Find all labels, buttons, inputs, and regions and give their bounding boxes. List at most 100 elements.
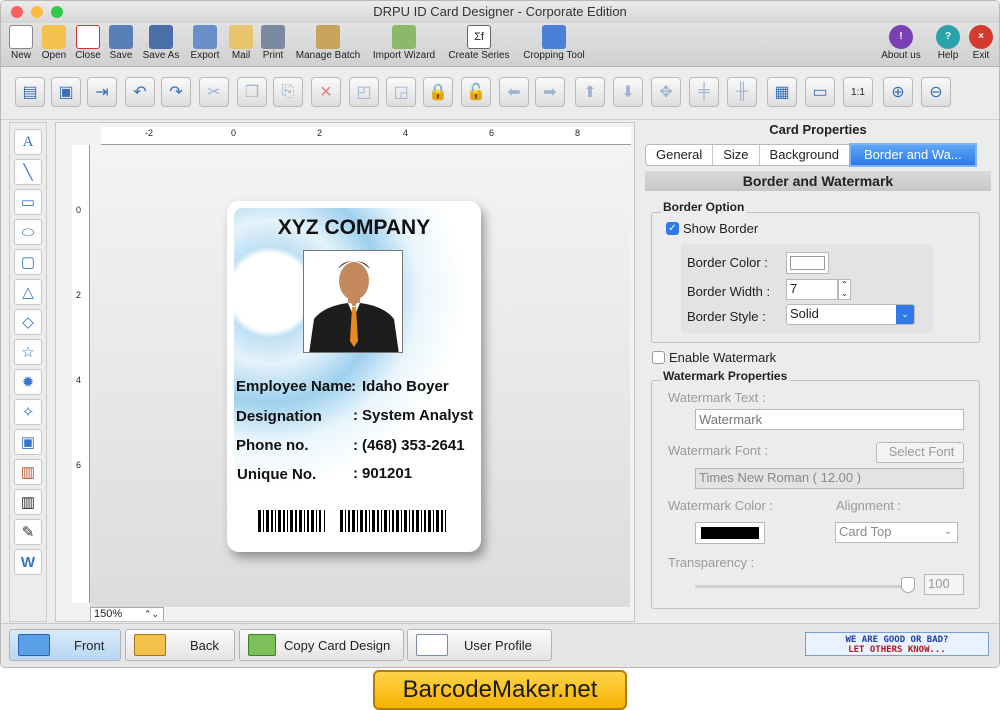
copy-card-design-button[interactable]: Copy Card Design — [239, 629, 404, 661]
burst-tool-icon[interactable]: ✹ — [14, 369, 42, 395]
copy-icon[interactable]: ❐ — [237, 77, 267, 107]
toolbar-close[interactable]: Close — [73, 25, 103, 61]
border-width-stepper[interactable]: ⌃ ⌄ — [838, 279, 851, 300]
delete-icon[interactable]: ✕ — [311, 77, 341, 107]
card-barcode[interactable] — [244, 504, 462, 538]
toolbar-print[interactable]: Print — [260, 25, 286, 61]
minimize-window-button[interactable] — [31, 6, 43, 18]
ruler-tick: 0 — [76, 205, 82, 215]
bring-front-icon[interactable]: ◰ — [349, 77, 379, 107]
employee-photo[interactable] — [303, 250, 403, 353]
transparency-slider-handle[interactable] — [901, 577, 915, 593]
front-button[interactable]: Front — [9, 629, 121, 661]
toolbar-label: Open — [41, 50, 67, 61]
cut-icon[interactable]: ✂ — [199, 77, 229, 107]
toolbar-manage-batch[interactable]: Manage Batch — [292, 25, 364, 61]
unlock-icon[interactable]: 🔓 — [461, 77, 491, 107]
border-color-swatch[interactable] — [786, 252, 829, 274]
text-tool-icon[interactable]: A — [14, 129, 42, 155]
watermark-color-swatch[interactable] — [695, 522, 765, 544]
border-style-select[interactable]: Solid ⌄ — [786, 304, 915, 325]
line-tool-icon[interactable]: ╲ — [14, 159, 42, 185]
employee-name-label[interactable]: Employee Name — [236, 378, 352, 395]
triangle-tool-icon[interactable]: △ — [14, 279, 42, 305]
unique-no-value[interactable]: 901201 — [362, 465, 412, 482]
send-back-icon[interactable]: ◲ — [386, 77, 416, 107]
phone-value[interactable]: (468) 353-2641 — [362, 437, 465, 454]
transparency-value[interactable]: 100 — [924, 574, 964, 595]
export-image-icon[interactable]: ⇥ — [87, 77, 117, 107]
arrow-down-icon[interactable]: ⬇ — [613, 77, 643, 107]
toolbar-mail[interactable]: Mail — [229, 25, 253, 61]
zoom-out-icon[interactable]: ⊖ — [921, 77, 951, 107]
align-horizontal-icon[interactable]: ╫ — [727, 77, 757, 107]
feedback-banner[interactable]: WE ARE GOOD OR BAD? LET OTHERS KNOW... — [805, 632, 989, 656]
toolbar-help[interactable]: ? Help — [934, 25, 962, 61]
diamond-tool-icon[interactable]: ◇ — [14, 309, 42, 335]
library-tool-icon[interactable]: ▥ — [14, 459, 42, 485]
designation-label[interactable]: Designation — [236, 408, 322, 425]
tab-general[interactable]: General — [646, 145, 714, 165]
enable-watermark-checkbox[interactable] — [652, 351, 665, 364]
toolbar-about[interactable]: ! About us — [877, 25, 925, 61]
redo-icon[interactable]: ↷ — [161, 77, 191, 107]
company-name[interactable]: XYZ COMPANY — [227, 216, 481, 240]
watermark-text-input[interactable] — [695, 409, 964, 430]
tab-background[interactable]: Background — [760, 145, 850, 165]
toolbar-label: Create Series — [448, 50, 510, 61]
designation-value[interactable]: System Analyst — [362, 407, 473, 424]
watermark-font-value: Times New Roman ( 12.00 ) — [695, 468, 964, 489]
signature-tool-icon[interactable]: ✎ — [14, 519, 42, 545]
image-tool-icon[interactable]: ▣ — [14, 429, 42, 455]
border-width-input[interactable]: 7 — [786, 279, 838, 300]
toolbar-label: Save — [109, 50, 133, 61]
toolbar-open[interactable]: Open — [39, 25, 69, 61]
ruler-icon[interactable]: ▭ — [805, 77, 835, 107]
arrow-left-icon[interactable]: ⬅ — [499, 77, 529, 107]
image-icon[interactable]: ▣ — [51, 77, 81, 107]
show-border-label: Show Border — [683, 221, 759, 236]
star-tool-icon[interactable]: ☆ — [14, 339, 42, 365]
toolbar-new[interactable]: New — [9, 25, 33, 61]
toolbar-save[interactable]: Save — [107, 25, 135, 61]
toolbar-export[interactable]: Export — [188, 25, 222, 61]
toolbar-save-as[interactable]: Save As — [141, 25, 181, 61]
toolbar-import-wizard[interactable]: Import Wizard — [369, 25, 439, 61]
undo-icon[interactable]: ↶ — [125, 77, 155, 107]
toolbar-cropping-tool[interactable]: Cropping Tool — [519, 25, 589, 61]
center-icon[interactable]: ✥ — [651, 77, 681, 107]
lock-icon[interactable]: 🔒 — [423, 77, 453, 107]
show-border-checkbox[interactable]: ✓ — [666, 222, 679, 235]
rounded-rect-tool-icon[interactable]: ▢ — [14, 249, 42, 275]
properties-icon[interactable]: ▤ — [15, 77, 45, 107]
back-button[interactable]: Back — [125, 629, 235, 661]
unique-no-label[interactable]: Unique No. — [237, 466, 316, 483]
align-vertical-icon[interactable]: ╪ — [689, 77, 719, 107]
barcode-tool-icon[interactable]: ▥ — [14, 489, 42, 515]
actual-size-icon[interactable]: 1:1 — [843, 77, 873, 107]
zoom-select[interactable]: 150% ⌃⌄ — [90, 607, 164, 621]
close-window-button[interactable] — [11, 6, 23, 18]
watermark-tool-icon[interactable]: W — [14, 549, 42, 575]
toolbar-exit[interactable]: × Exit — [967, 25, 995, 61]
ruler-tick: 2 — [76, 290, 82, 300]
user-profile-button[interactable]: User Profile — [407, 629, 552, 661]
employee-name-value[interactable]: Idaho Boyer — [362, 378, 449, 395]
zoom-window-button[interactable] — [51, 6, 63, 18]
arrow-up-icon[interactable]: ⬆ — [575, 77, 605, 107]
transparency-slider[interactable] — [695, 585, 907, 588]
zoom-in-icon[interactable]: ⊕ — [883, 77, 913, 107]
tab-border-watermark[interactable]: Border and Wa... — [848, 143, 977, 167]
paste-icon[interactable]: ⎘ — [273, 77, 303, 107]
alignment-select[interactable]: Card Top ⌄ — [835, 522, 958, 543]
arrow-right-icon[interactable]: ➡ — [535, 77, 565, 107]
phone-label[interactable]: Phone no. — [236, 437, 309, 454]
toolbar-label: Cropping Tool — [523, 50, 585, 61]
rectangle-tool-icon[interactable]: ▭ — [14, 189, 42, 215]
ellipse-tool-icon[interactable]: ⬭ — [14, 219, 42, 245]
grid-icon[interactable]: ▦ — [767, 77, 797, 107]
tab-size[interactable]: Size — [713, 145, 760, 165]
toolbar-create-series[interactable]: Σf Create Series — [445, 25, 513, 61]
sparkle-tool-icon[interactable]: ✧ — [14, 399, 42, 425]
select-font-button[interactable]: Select Font — [876, 442, 964, 463]
